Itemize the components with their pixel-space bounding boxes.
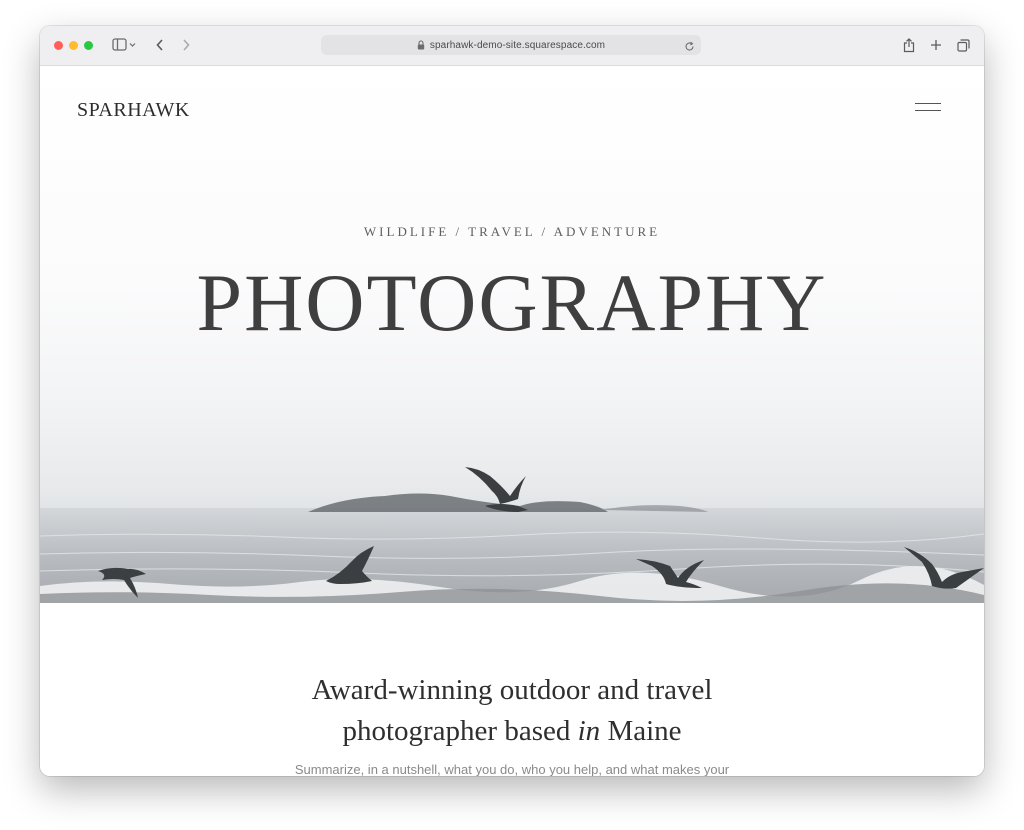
back-button[interactable] <box>152 34 168 56</box>
plus-icon <box>931 40 941 50</box>
share-button[interactable] <box>900 34 918 56</box>
reload-icon <box>685 41 694 51</box>
sidebar-icon <box>112 38 136 51</box>
about-section: Award-winning outdoor and travel photogr… <box>40 670 984 776</box>
tab-overview-button[interactable] <box>954 34 972 56</box>
about-heading-line2-pre: photographer based <box>342 715 578 747</box>
minimize-window-button[interactable] <box>69 41 78 50</box>
sidebar-toggle-button[interactable] <box>109 34 139 56</box>
site-logo[interactable]: SPARHAWK <box>77 99 190 122</box>
hamburger-menu-button[interactable] <box>915 100 943 116</box>
new-tab-button[interactable] <box>927 34 945 56</box>
browser-window: sparhawk-demo-site.squarespace.com SPARH… <box>40 26 984 776</box>
zoom-window-button[interactable] <box>84 41 93 50</box>
address-bar[interactable]: sparhawk-demo-site.squarespace.com <box>321 35 701 55</box>
tab-overview-icon <box>956 38 970 52</box>
chevron-left-icon <box>156 39 163 51</box>
hamburger-menu-icon <box>915 103 941 104</box>
web-page: SPARHAWK WILDLIFE / TRAVEL / ADVENTURE P… <box>40 66 984 776</box>
lock-icon <box>417 40 425 50</box>
hero-headline: PHOTOGRAPHY <box>196 257 828 348</box>
reload-button[interactable] <box>684 39 695 57</box>
about-heading-line2-em: in <box>577 715 601 747</box>
hamburger-menu-icon-line <box>915 110 941 111</box>
hero-section: SPARHAWK WILDLIFE / TRAVEL / ADVENTURE P… <box>40 66 984 603</box>
share-icon <box>903 37 915 52</box>
about-heading-line1: Award-winning outdoor and travel <box>311 674 713 706</box>
close-window-button[interactable] <box>54 41 63 50</box>
chevron-right-icon <box>183 39 190 51</box>
hero-subtitle: WILDLIFE / TRAVEL / ADVENTURE <box>363 224 661 239</box>
about-heading-line2-post: Maine <box>600 715 682 747</box>
about-heading: Award-winning outdoor and travel photogr… <box>40 670 984 752</box>
browser-toolbar: sparhawk-demo-site.squarespace.com <box>40 26 984 66</box>
about-description: Summarize, in a nutshell, what you do, w… <box>294 762 730 776</box>
url-text: sparhawk-demo-site.squarespace.com <box>429 39 606 51</box>
forward-button[interactable] <box>178 34 194 56</box>
